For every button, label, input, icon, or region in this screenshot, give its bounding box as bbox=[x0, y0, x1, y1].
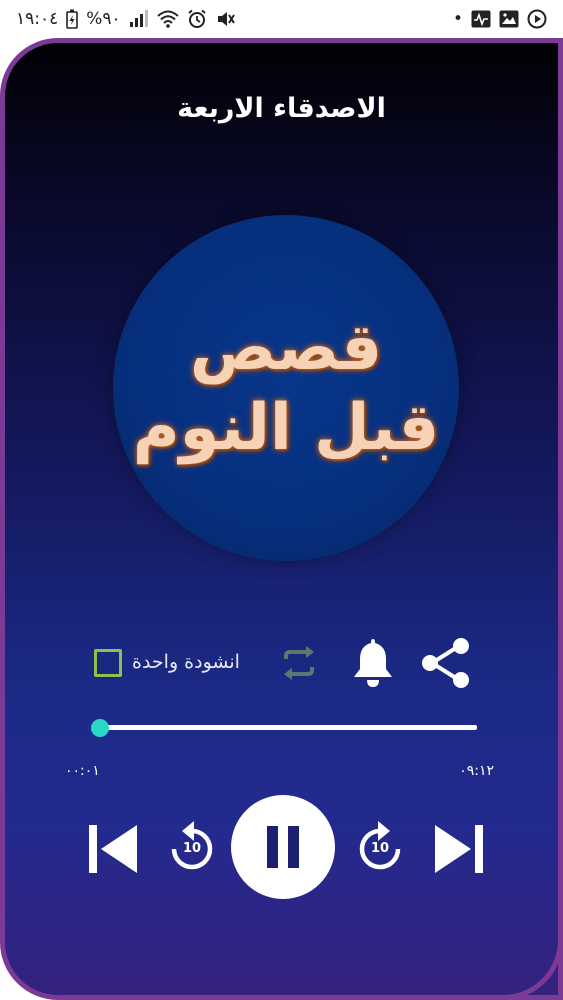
options-row: انشودة واحدة bbox=[5, 638, 558, 691]
skip-previous-icon bbox=[89, 825, 137, 873]
previous-button[interactable] bbox=[87, 821, 141, 877]
image-icon bbox=[499, 10, 519, 28]
pause-button[interactable] bbox=[231, 795, 335, 899]
rewind-button[interactable]: 10 bbox=[167, 819, 217, 875]
status-left: ١٩:٠٤ %٩٠ bbox=[16, 9, 235, 29]
progress-thumb[interactable] bbox=[90, 719, 109, 737]
status-bar: ١٩:٠٤ %٩٠ • bbox=[0, 0, 563, 38]
forward-button[interactable]: 10 bbox=[355, 819, 405, 875]
forward-seconds: 10 bbox=[370, 841, 390, 856]
cover-text-line-2: قبل النوم bbox=[132, 391, 440, 465]
status-right: • bbox=[453, 9, 547, 29]
one-track-label: انشودة واحدة bbox=[132, 651, 240, 673]
repeat-icon[interactable] bbox=[277, 641, 321, 689]
pause-icon bbox=[267, 826, 299, 868]
activity-icon bbox=[471, 10, 491, 28]
playback-controls: 10 10 bbox=[5, 795, 558, 905]
next-button[interactable] bbox=[431, 821, 485, 877]
share-icon[interactable] bbox=[419, 635, 475, 695]
track-title: الاصدقاء الاربعة bbox=[177, 93, 386, 124]
player-frame: الاصدقاء الاربعة قصص قبل النوم انشودة وا… bbox=[0, 38, 563, 1000]
cover-art: قصص قبل النوم bbox=[113, 215, 459, 561]
notification-dot: • bbox=[452, 9, 463, 29]
rewind-seconds: 10 bbox=[182, 841, 202, 856]
skip-next-icon bbox=[435, 825, 483, 873]
battery-charging-icon bbox=[66, 9, 79, 29]
mute-icon bbox=[215, 9, 235, 29]
battery-percent: %٩٠ bbox=[86, 9, 121, 29]
elapsed-time: ٠٠:٠١ bbox=[65, 763, 100, 779]
cover-text-line-1: قصص bbox=[189, 311, 383, 385]
progress-slider[interactable] bbox=[87, 719, 477, 737]
alarm-icon bbox=[187, 9, 207, 29]
wifi-icon bbox=[157, 10, 179, 28]
total-duration: ٠٩:١٢ bbox=[459, 763, 494, 779]
one-track-checkbox[interactable] bbox=[94, 649, 122, 677]
signal-icon bbox=[129, 10, 149, 28]
play-circle-icon bbox=[527, 9, 547, 29]
progress-track[interactable] bbox=[93, 725, 477, 730]
status-time: ١٩:٠٤ bbox=[16, 9, 59, 29]
bell-icon[interactable] bbox=[347, 635, 399, 695]
